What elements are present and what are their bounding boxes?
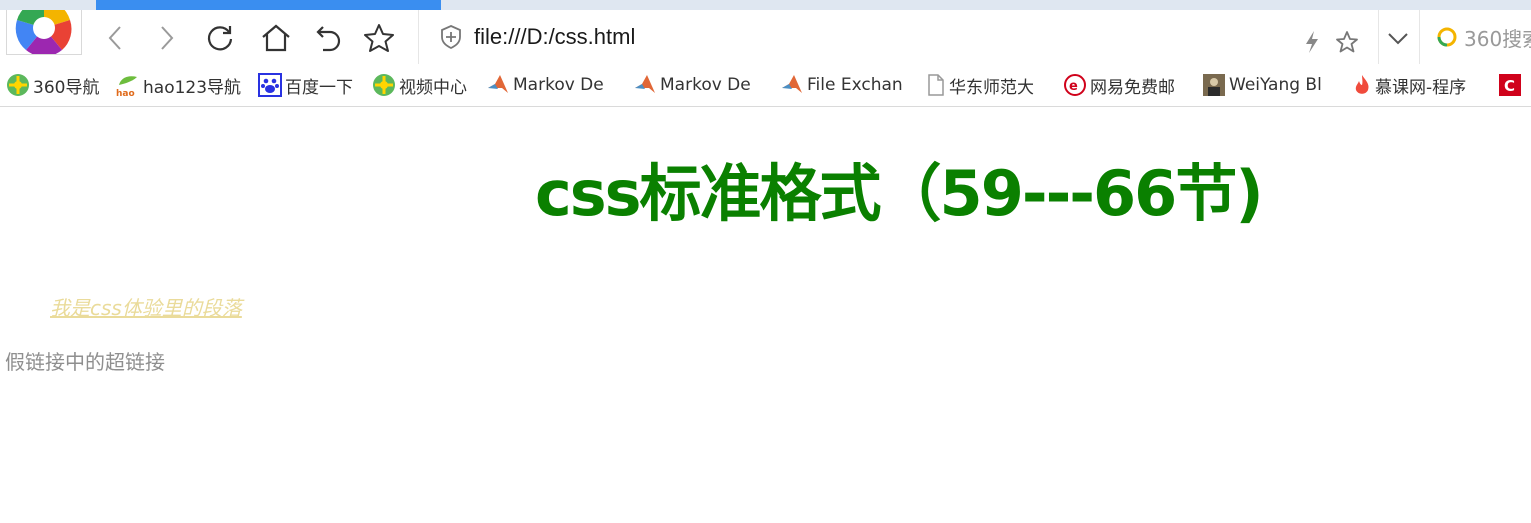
chevron-down-icon (1388, 33, 1408, 45)
bookmarks-bar: 360导航 hao hao123导航 百度一下 视频中心 Markov De M… (0, 64, 1531, 107)
bookmark-label: WeiYang Bl (1229, 75, 1322, 95)
toolbar-divider (418, 10, 419, 64)
matlab-icon (782, 75, 802, 93)
matlab-icon (488, 75, 508, 93)
search-engine-label: 360搜索 (1464, 26, 1531, 51)
url-input[interactable] (474, 22, 1174, 52)
forward-button[interactable] (149, 21, 183, 55)
undo-icon (316, 26, 341, 52)
reload-button[interactable] (203, 21, 237, 55)
bookmark-hao123[interactable]: hao hao123导航 (115, 64, 241, 106)
bookmark-netease-mail[interactable]: e 网易免费邮 (1063, 64, 1175, 106)
bookmark-label: 视频中心 (399, 77, 467, 98)
toolbar-divider (1378, 10, 1379, 64)
c-logo-icon: C (1499, 74, 1521, 96)
bookmark-360-nav[interactable]: 360导航 (6, 64, 99, 106)
svg-text:e: e (1069, 79, 1078, 94)
tab-strip (0, 0, 1531, 10)
url-history-dropdown-button[interactable] (1381, 22, 1415, 56)
fake-hyperlink[interactable]: 假链接中的超链接 (5, 346, 165, 375)
baidu-paw-icon (258, 73, 282, 97)
bookmark-label: File Exchan (807, 75, 903, 95)
page-content: css标准格式（59---66节) 我是css体验里的段落 假链接中的超链接 (0, 107, 1531, 523)
bookmark-label: 慕课网-程序 (1375, 77, 1467, 98)
bookmark-label: Markov De (513, 75, 604, 95)
favorite-button[interactable] (362, 21, 396, 55)
lightning-icon[interactable] (1303, 30, 1321, 54)
avatar-icon (1203, 74, 1225, 96)
netease-mail-icon: e (1064, 74, 1086, 96)
bookmark-label: hao123导航 (143, 77, 242, 98)
bookmark-video-center[interactable]: 视频中心 (372, 64, 467, 106)
flame-icon (1355, 75, 1369, 94)
bookmark-baidu[interactable]: 百度一下 (258, 64, 353, 106)
page-title: css标准格式（59---66节) (535, 157, 1264, 230)
globe-360-icon (7, 74, 29, 96)
active-tab[interactable] (96, 0, 441, 10)
search-engine-selector[interactable]: 360搜索 (1436, 20, 1531, 54)
bookmark-file-exchange[interactable]: File Exchan (780, 64, 903, 106)
bookmark-markov-1[interactable]: Markov De (486, 64, 604, 106)
home-button[interactable] (259, 21, 293, 55)
bookmark-label: 360导航 (33, 77, 100, 98)
document-icon (928, 74, 944, 96)
bookmark-imooc[interactable]: 慕课网-程序 (1352, 64, 1466, 106)
svg-text:hao: hao (116, 89, 135, 97)
bookmark-label: 网易免费邮 (1090, 77, 1175, 98)
toolbar-divider (1419, 10, 1420, 64)
globe-360-icon (373, 74, 395, 96)
browser-toolbar: 360搜索 (0, 10, 1531, 64)
bookmark-weiyang-blog[interactable]: WeiYang Bl (1202, 64, 1322, 106)
address-bar (436, 16, 1376, 58)
home-icon (262, 24, 290, 52)
bookmark-markov-2[interactable]: Markov De (633, 64, 751, 106)
bookmark-label: Markov De (660, 75, 751, 95)
bookmark-label: 百度一下 (285, 77, 353, 98)
star-icon (364, 24, 394, 52)
star-icon[interactable] (1335, 30, 1359, 54)
360-search-icon (1437, 27, 1457, 47)
bookmark-label: 华东师范大 (949, 77, 1034, 98)
svg-text:C: C (1504, 77, 1515, 95)
shield-icon[interactable] (440, 25, 462, 49)
paragraph-link[interactable]: 我是css体验里的段落 (50, 292, 242, 321)
browser-logo-icon[interactable] (6, 10, 82, 55)
bookmark-truncated[interactable]: C (1498, 64, 1525, 106)
hao123-icon: hao (116, 76, 137, 97)
reload-icon (207, 26, 233, 51)
chevron-left-icon (108, 26, 121, 50)
back-button[interactable] (99, 21, 133, 55)
bookmark-ecnu[interactable]: 华东师范大 (926, 64, 1034, 106)
matlab-icon (635, 75, 655, 93)
chevron-right-icon (161, 26, 174, 50)
undo-close-tab-button[interactable] (312, 21, 346, 55)
